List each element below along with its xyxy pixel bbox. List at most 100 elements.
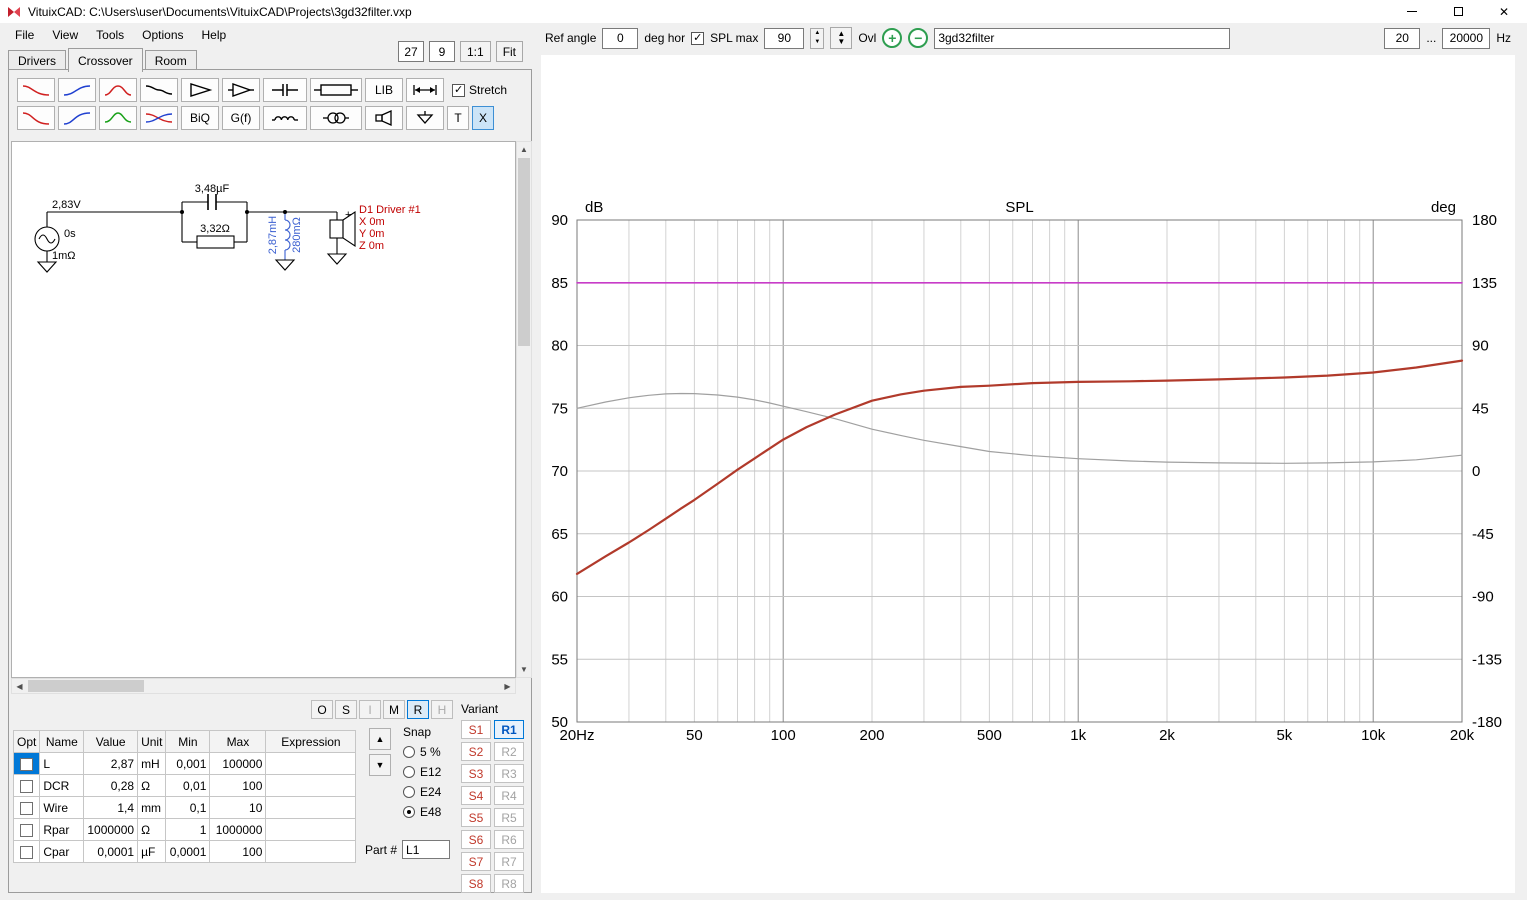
spl-max-input[interactable]: [764, 28, 804, 49]
move-up-button[interactable]: ▲: [369, 728, 391, 750]
snap-option-5[interactable]: 5 %: [403, 745, 467, 759]
menu-options[interactable]: Options: [133, 23, 192, 47]
variant-s2[interactable]: S2: [461, 742, 491, 761]
param-cell[interactable]: 1: [166, 819, 210, 841]
autoscale-y-button[interactable]: ▲▼: [830, 27, 852, 49]
move-down-button[interactable]: ▼: [369, 754, 391, 776]
param-cell[interactable]: [266, 819, 356, 841]
param-cell[interactable]: 0,01: [166, 775, 210, 797]
variant-r5[interactable]: R5: [494, 808, 524, 827]
ref-angle-input[interactable]: [602, 28, 638, 49]
zoom-1to1-button[interactable]: 1:1: [460, 41, 491, 62]
driver-block-button[interactable]: [365, 106, 403, 130]
param-row[interactable]: Wire1,4mm0,110: [14, 797, 356, 819]
param-cell[interactable]: 10: [210, 797, 266, 819]
param-cell[interactable]: mm: [138, 797, 166, 819]
param-cell[interactable]: [266, 797, 356, 819]
variant-r1[interactable]: R1: [494, 720, 524, 739]
terminal-button[interactable]: T: [447, 106, 469, 130]
param-cell[interactable]: L: [40, 753, 84, 775]
zoom-fit-button[interactable]: Fit: [496, 41, 523, 62]
buffer-block-button[interactable]: [222, 78, 260, 102]
opt-checkbox[interactable]: [20, 780, 33, 793]
mode-button-m[interactable]: M: [383, 700, 405, 719]
resize-button[interactable]: [406, 78, 444, 102]
param-cell[interactable]: Wire: [40, 797, 84, 819]
param-cell[interactable]: 1000000: [84, 819, 138, 841]
opt-cell[interactable]: [14, 841, 40, 863]
param-cell[interactable]: Ω: [138, 819, 166, 841]
spl-max-spinner[interactable]: ▲▼: [810, 28, 824, 49]
opt-checkbox[interactable]: [20, 758, 33, 771]
close-button[interactable]: ✕: [1481, 0, 1527, 23]
param-cell[interactable]: 100: [210, 841, 266, 863]
param-cell[interactable]: 2,87: [84, 753, 138, 775]
param-cell[interactable]: [266, 775, 356, 797]
transformer-button[interactable]: [310, 106, 362, 130]
menu-file[interactable]: File: [6, 23, 43, 47]
schematic-canvas[interactable]: 2,83V 0s 1mΩ 3,48µF 3,32Ω 2,87mH 280mΩ +…: [11, 141, 516, 678]
param-cell[interactable]: 0,0001: [84, 841, 138, 863]
grid-cols-input[interactable]: [398, 41, 424, 62]
param-cell[interactable]: 0,0001: [166, 841, 210, 863]
overlay-name-input[interactable]: [934, 28, 1230, 49]
part-number-input[interactable]: [402, 840, 450, 859]
gf-button[interactable]: G(f): [222, 106, 260, 130]
gain-block-button[interactable]: [181, 78, 219, 102]
shelf-block-button[interactable]: [140, 78, 178, 102]
allpass-block-button[interactable]: [140, 106, 178, 130]
library-button[interactable]: LIB: [365, 78, 403, 102]
param-cell[interactable]: 0,28: [84, 775, 138, 797]
menu-tools[interactable]: Tools: [87, 23, 133, 47]
peak-eq-block-button[interactable]: [99, 106, 137, 130]
param-cell[interactable]: 100: [210, 775, 266, 797]
schematic-vertical-scrollbar[interactable]: ▲ ▼: [516, 141, 532, 678]
schematic-horizontal-scrollbar[interactable]: ◀ ▶: [11, 678, 516, 694]
spl-max-checkbox[interactable]: [691, 32, 704, 45]
param-row[interactable]: L2,87mH0,001100000: [14, 753, 356, 775]
horizontal-scroll-thumb[interactable]: [28, 680, 144, 692]
mode-button-h[interactable]: H: [431, 700, 453, 719]
highpass-block-button[interactable]: [58, 78, 96, 102]
lowpass-block-button[interactable]: [17, 78, 55, 102]
variant-r4[interactable]: R4: [494, 786, 524, 805]
opt-cell[interactable]: [14, 753, 40, 775]
maximize-button[interactable]: [1435, 0, 1481, 23]
mode-button-s[interactable]: S: [335, 700, 357, 719]
variant-s7[interactable]: S7: [461, 852, 491, 871]
scroll-left-icon[interactable]: ◀: [12, 679, 27, 693]
opt-cell[interactable]: [14, 819, 40, 841]
param-row[interactable]: DCR0,28Ω0,01100: [14, 775, 356, 797]
grid-rows-input[interactable]: [429, 41, 455, 62]
highpass2-block-button[interactable]: [58, 106, 96, 130]
variant-s4[interactable]: S4: [461, 786, 491, 805]
param-row[interactable]: Rpar1000000Ω11000000: [14, 819, 356, 841]
scroll-up-icon[interactable]: ▲: [517, 142, 531, 157]
variant-r7[interactable]: R7: [494, 852, 524, 871]
param-cell[interactable]: µF: [138, 841, 166, 863]
resistor-button[interactable]: [310, 78, 362, 102]
mode-button-o[interactable]: O: [311, 700, 333, 719]
variant-r3[interactable]: R3: [494, 764, 524, 783]
stretch-checkbox[interactable]: [452, 84, 465, 97]
param-cell[interactable]: Cpar: [40, 841, 84, 863]
param-cell[interactable]: DCR: [40, 775, 84, 797]
variant-s8[interactable]: S8: [461, 874, 491, 893]
mode-button-i[interactable]: I: [359, 700, 381, 719]
param-cell[interactable]: 1,4: [84, 797, 138, 819]
menu-help[interactable]: Help: [193, 23, 236, 47]
variant-r6[interactable]: R6: [494, 830, 524, 849]
param-cell[interactable]: Rpar: [40, 819, 84, 841]
snap-option-E12[interactable]: E12: [403, 765, 467, 779]
scroll-right-icon[interactable]: ▶: [500, 679, 515, 693]
param-cell[interactable]: 0,001: [166, 753, 210, 775]
param-cell[interactable]: [266, 753, 356, 775]
inductor-button[interactable]: [263, 106, 307, 130]
param-cell[interactable]: Ω: [138, 775, 166, 797]
menu-view[interactable]: View: [43, 23, 87, 47]
freq-min-input[interactable]: [1384, 28, 1420, 49]
lowpass2-block-button[interactable]: [17, 106, 55, 130]
vertical-scroll-thumb[interactable]: [518, 158, 530, 346]
stretch-toggle[interactable]: Stretch: [452, 83, 507, 97]
snap-option-E48[interactable]: E48: [403, 805, 467, 819]
